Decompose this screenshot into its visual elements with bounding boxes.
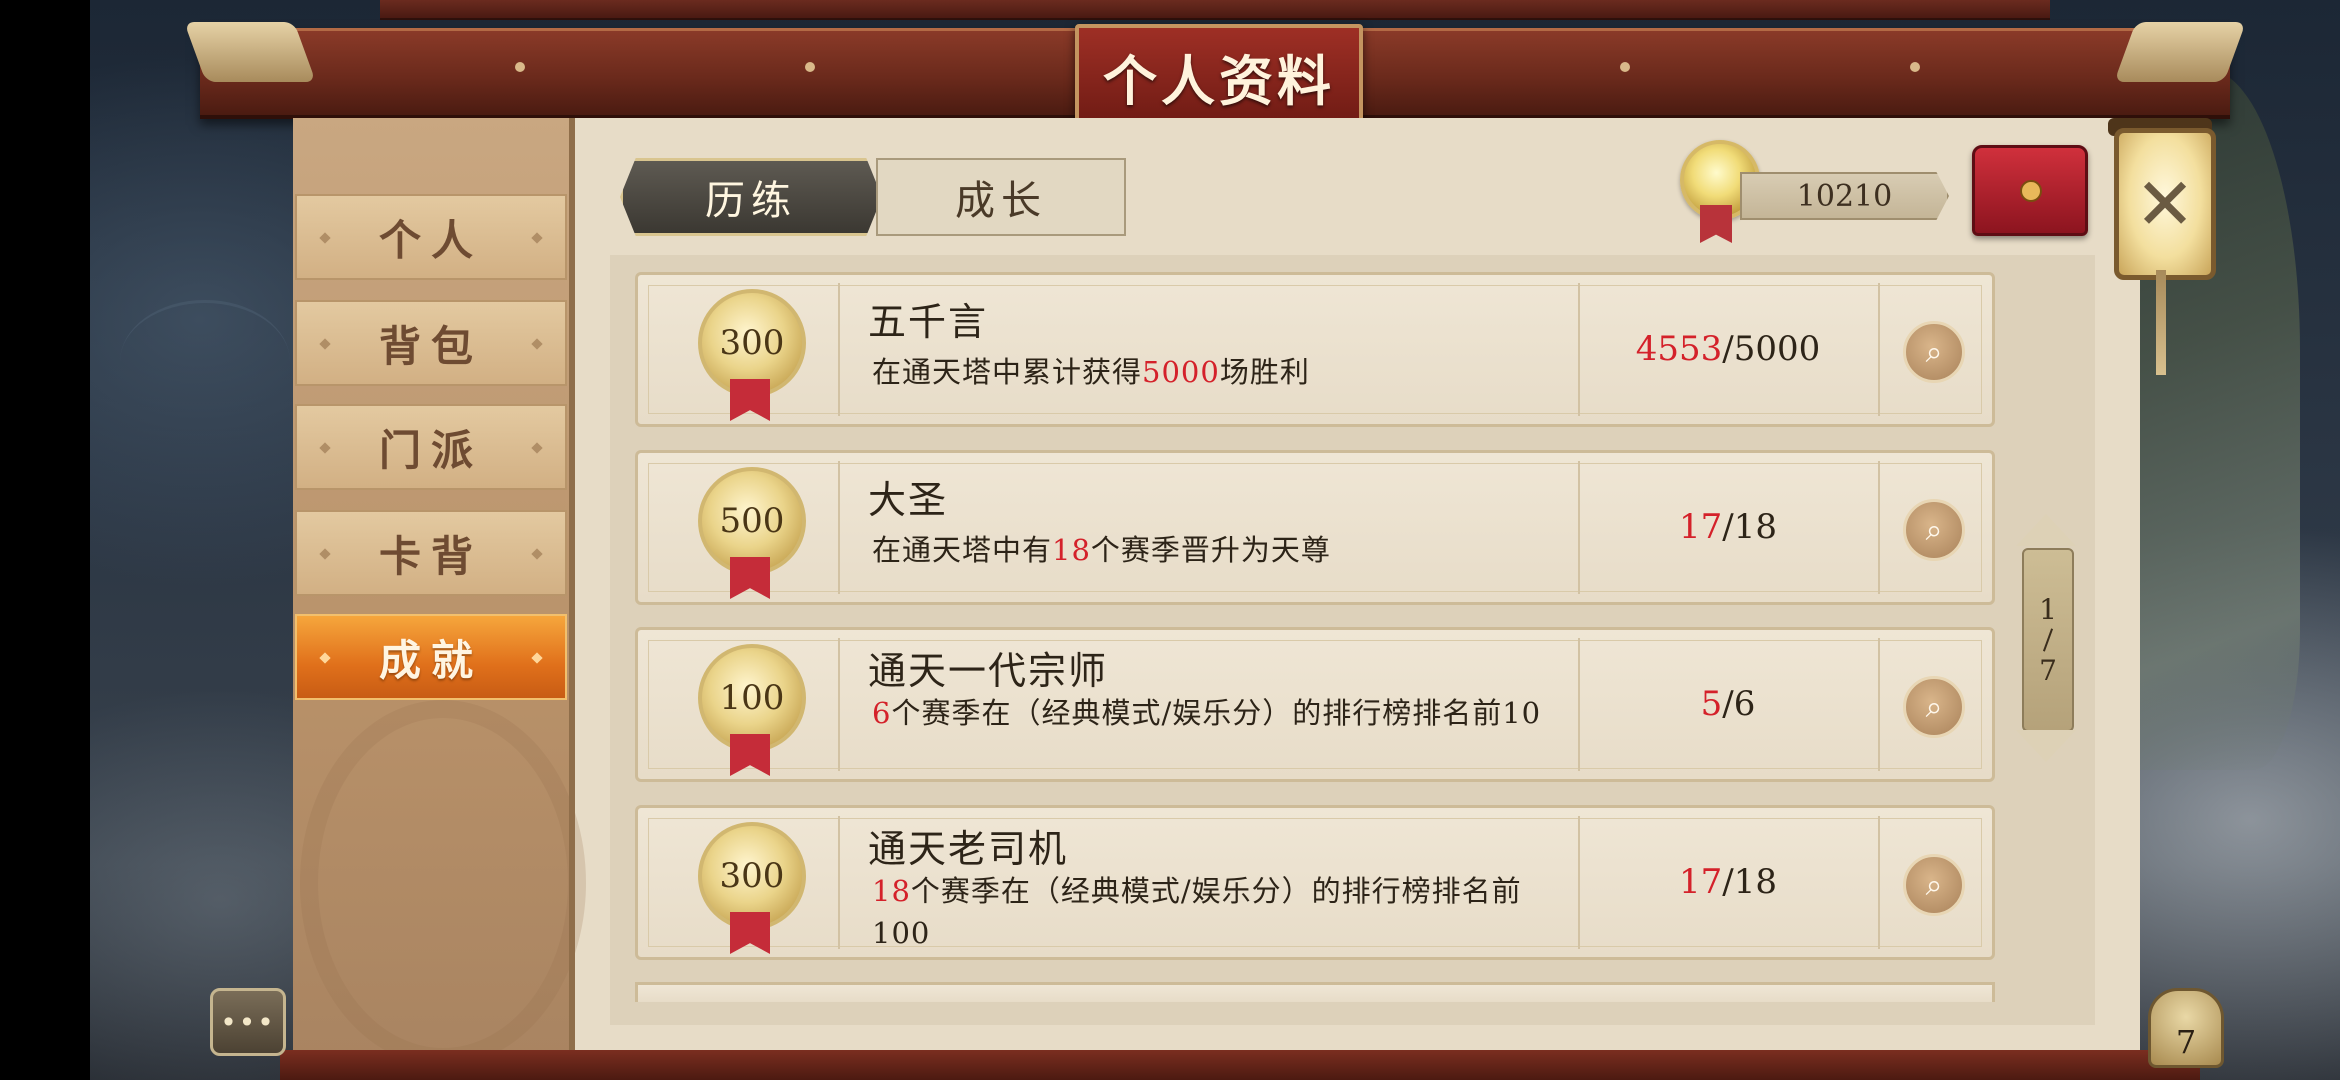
achievement-progress: 5/6 bbox=[1700, 684, 1756, 724]
chat-button[interactable]: ••• bbox=[210, 988, 286, 1056]
achievement-progress: 4553/5000 bbox=[1635, 329, 1821, 369]
corner-badge-button[interactable]: 7 bbox=[2148, 988, 2224, 1068]
sidebar-item-personal[interactable]: 个人 bbox=[295, 194, 567, 280]
diamond-icon bbox=[319, 548, 331, 560]
magnifier-icon: ⌕ bbox=[1925, 512, 1943, 548]
view-detail-button[interactable]: ⌕ bbox=[1903, 854, 1965, 916]
diamond-icon bbox=[531, 652, 543, 664]
view-detail-button[interactable]: ⌕ bbox=[1903, 499, 1965, 561]
divider bbox=[838, 461, 840, 594]
achievement-progress: 17/18 bbox=[1679, 507, 1777, 547]
close-button[interactable]: ✕ bbox=[2114, 128, 2216, 280]
page-separator bbox=[2042, 628, 2054, 652]
badge-count: 7 bbox=[2175, 1023, 2197, 1061]
achievement-name: 大圣 bbox=[868, 478, 949, 522]
achievement-row-partial bbox=[635, 982, 1995, 1002]
achievement-description: 在通天塔中累计获得5000场胜利 bbox=[872, 355, 1310, 389]
sidebar-item-label: 卡背 bbox=[378, 531, 483, 581]
divider bbox=[838, 638, 840, 771]
ribbon-icon bbox=[730, 912, 770, 954]
page-current: 1 bbox=[2039, 593, 2057, 626]
achievement-row: 300 通天老司机 18个赛季在（经典模式/娱乐分）的排行榜排名前100 17/… bbox=[635, 805, 1995, 960]
diamond-icon bbox=[319, 652, 331, 664]
sidebar-item-card-back[interactable]: 卡背 bbox=[295, 510, 567, 596]
ribbon-icon bbox=[730, 379, 770, 421]
achievement-points: 100 bbox=[719, 678, 785, 718]
magnifier-icon: ⌕ bbox=[1925, 867, 1943, 903]
achievement-points: 300 bbox=[719, 323, 785, 363]
achievement-description: 在通天塔中有18个赛季晋升为天尊 bbox=[872, 533, 1331, 567]
achievement-points: 300 bbox=[719, 856, 785, 896]
diamond-icon bbox=[531, 548, 543, 560]
chat-icon: ••• bbox=[220, 1005, 276, 1039]
divider bbox=[838, 816, 840, 949]
currency-value: 10210 bbox=[1740, 172, 1949, 220]
view-detail-button[interactable]: ⌕ bbox=[1903, 676, 1965, 738]
divider bbox=[1878, 638, 1880, 771]
lantern-tassel bbox=[2156, 270, 2166, 375]
achievement-points: 500 bbox=[719, 501, 785, 541]
magnifier-icon: ⌕ bbox=[1925, 689, 1943, 725]
achievement-row: 500 大圣 在通天塔中有18个赛季晋升为天尊 17/18 ⌕ bbox=[635, 450, 1995, 605]
diamond-icon bbox=[531, 338, 543, 350]
achievement-description: 6个赛季在（经典模式/娱乐分）的排行榜排名前10 bbox=[872, 696, 1542, 730]
background-pavilion bbox=[120, 300, 290, 423]
beam-stud bbox=[1910, 62, 1920, 72]
diamond-icon bbox=[319, 232, 331, 244]
magnifier-icon: ⌕ bbox=[1925, 334, 1943, 370]
diamond-icon bbox=[319, 442, 331, 454]
sidebar-decoration bbox=[300, 700, 586, 1066]
sidebar-item-label: 背包 bbox=[378, 321, 483, 371]
scroll-up-arrow-icon[interactable] bbox=[2016, 514, 2076, 546]
beam-cap-left bbox=[184, 22, 316, 82]
page-total: 7 bbox=[2039, 654, 2057, 687]
beam-cap-right bbox=[2114, 22, 2246, 82]
beam-stud bbox=[515, 62, 525, 72]
achievement-name: 通天一代宗师 bbox=[868, 649, 1109, 693]
beam-stud bbox=[805, 62, 815, 72]
bottom-beam bbox=[280, 1050, 2200, 1080]
scroll-down-arrow-icon[interactable] bbox=[2016, 730, 2076, 762]
close-icon: ✕ bbox=[2134, 162, 2196, 246]
ribbon-icon bbox=[730, 557, 770, 599]
divider bbox=[1878, 816, 1880, 949]
diamond-icon bbox=[531, 442, 543, 454]
page-title: 个人资料 bbox=[1075, 24, 1363, 128]
sidebar-item-backpack[interactable]: 背包 bbox=[295, 300, 567, 386]
achievement-name: 通天老司机 bbox=[868, 827, 1069, 871]
diamond-icon bbox=[319, 338, 331, 350]
divider bbox=[1878, 461, 1880, 594]
diamond-icon bbox=[531, 232, 543, 244]
divider bbox=[838, 283, 840, 416]
sidebar-item-sect[interactable]: 门派 bbox=[295, 404, 567, 490]
tab-growth[interactable]: 成长 bbox=[876, 158, 1126, 236]
sidebar-item-achievements[interactable]: 成就 bbox=[295, 614, 567, 700]
sidebar-item-label: 门派 bbox=[378, 425, 483, 475]
sidebar-item-label: 个人 bbox=[378, 215, 483, 265]
achievement-name: 五千言 bbox=[868, 300, 989, 344]
view-detail-button[interactable]: ⌕ bbox=[1903, 321, 1965, 383]
achievement-row: 300 五千言 在通天塔中累计获得5000场胜利 4553/5000 ⌕ bbox=[635, 272, 1995, 427]
achievement-description: 18个赛季在（经典模式/娱乐分）的排行榜排名前100 bbox=[872, 874, 1522, 950]
tab-experience[interactable]: 历练 bbox=[620, 158, 882, 236]
sidebar-item-label: 成就 bbox=[378, 635, 483, 685]
top-beam-upper bbox=[380, 0, 2050, 20]
treasure-chest-icon[interactable] bbox=[1972, 145, 2088, 236]
achievement-row: 100 通天一代宗师 6个赛季在（经典模式/娱乐分）的排行榜排名前10 5/6 … bbox=[635, 627, 1995, 782]
beam-stud bbox=[1620, 62, 1630, 72]
divider bbox=[1878, 283, 1880, 416]
achievement-progress: 17/18 bbox=[1679, 862, 1777, 902]
ribbon-icon bbox=[730, 734, 770, 776]
page-indicator: 1 7 bbox=[2022, 548, 2074, 732]
